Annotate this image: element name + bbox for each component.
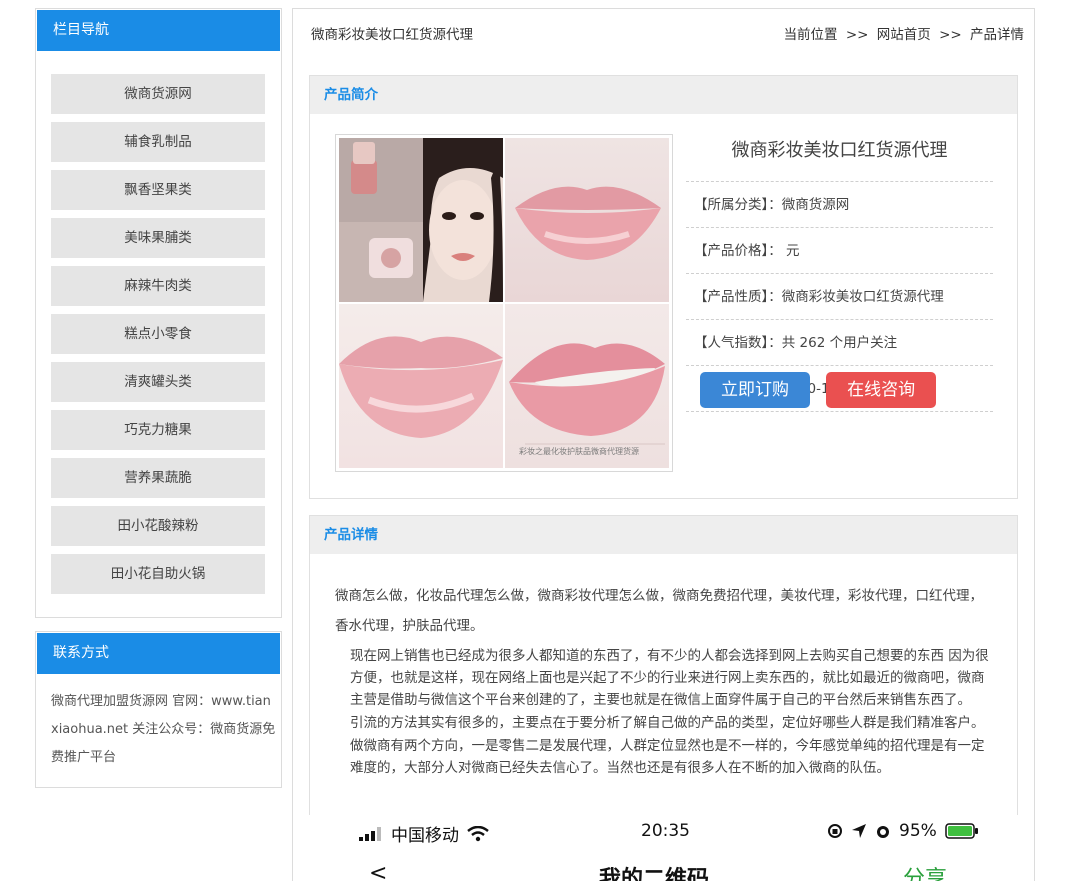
detail-paragraph: 做微商有两个方向，一是零售二是发展代理，人群定位显然也是不一样的，今年感觉单纯的… — [350, 738, 985, 776]
alarm-icon — [877, 826, 889, 838]
phone-page-title: 我的二维码 — [599, 867, 710, 881]
nav-item-weishang-huoyuan[interactable]: 微商货源网 — [51, 74, 265, 114]
nav-item-snacks[interactable]: 糕点小零食 — [51, 314, 265, 354]
share-button[interactable]: 分享 — [903, 861, 947, 881]
product-info: 微商彩妆美妆口红货源代理 【所属分类】：微商货源网 【产品价格】： 元 【产品性… — [686, 134, 993, 412]
breadcrumb-separator: >> — [939, 27, 962, 43]
category-nav-panel: 栏目导航 微商货源网 辅食乳制品 飘香坚果类 美味果脯类 麻辣牛肉类 糕点小零食… — [35, 8, 282, 618]
phone-status-bar: 中国移动 20:35 95% — [359, 821, 979, 847]
online-consult-button[interactable]: 在线咨询 — [826, 372, 937, 408]
product-intro-panel: 产品简介 彩妆之最化妆护肤品微商代理货源 微商彩妆美妆口红货源代理 【所属分类】… — [309, 75, 1018, 499]
battery-percent: 95% — [899, 821, 937, 841]
nav-item-fruit-veg-chips[interactable]: 营养果蔬脆 — [51, 458, 265, 498]
nav-item-self-heating-hotpot[interactable]: 田小花自助火锅 — [51, 554, 265, 594]
detail-paragraph: 现在网上销售也已经成为很多人都知道的东西了，有不少的人都会选择到网上去购买自己想… — [350, 648, 989, 708]
product-name: 微商彩妆美妆口红货源代理 — [686, 134, 993, 182]
lips-photo: 彩妆之最化妆护肤品微商代理货源 — [505, 304, 669, 468]
back-chevron-icon[interactable]: < — [369, 861, 387, 881]
top-bar: 微商彩妆美妆口红货源代理 当前位置 >> 网站首页 >> 产品详情 — [293, 9, 1034, 53]
product-price: 【产品价格】： 元 — [686, 228, 993, 274]
product-category: 【所属分类】：微商货源网 — [686, 182, 993, 228]
category-nav-title: 栏目导航 — [37, 10, 280, 51]
contact-title: 联系方式 — [37, 633, 280, 674]
photo-watermark: 彩妆之最化妆护肤品微商代理货源 — [519, 447, 639, 456]
main-content: 微商彩妆美妆口红货源代理 当前位置 >> 网站首页 >> 产品详情 产品简介 彩… — [292, 8, 1035, 881]
category-nav-list: 微商货源网 辅食乳制品 飘香坚果类 美味果脯类 麻辣牛肉类 糕点小零食 清爽罐头… — [51, 74, 265, 602]
lipstick-photo-collage: 彩妆之最化妆护肤品微商代理货源 — [339, 138, 669, 468]
wifi-icon — [467, 825, 489, 841]
breadcrumb-home-link[interactable]: 网站首页 — [877, 27, 931, 43]
carrier-name: 中国移动 — [391, 826, 459, 846]
product-popularity: 【人气指数】：共 262 个用户关注 — [686, 320, 993, 366]
lips-photo — [339, 304, 503, 468]
contact-panel: 联系方式 微商代理加盟货源网 官网：www.tianxiaohua.net 关注… — [35, 631, 282, 788]
rotation-lock-icon — [828, 824, 842, 838]
nav-item-nuts[interactable]: 飘香坚果类 — [51, 170, 265, 210]
breadcrumb-current: 产品详情 — [970, 27, 1024, 43]
breadcrumb-label: 当前位置 — [783, 27, 838, 43]
detail-lead: 微商怎么做，化妆品代理怎么做，微商彩妆代理怎么做，微商免费招代理，美妆代理，彩妆… — [335, 588, 983, 634]
order-now-button[interactable]: 立即订购 — [700, 372, 810, 408]
lips-photo — [505, 138, 669, 302]
product-image[interactable]: 彩妆之最化妆护肤品微商代理货源 — [335, 134, 673, 472]
battery-icon — [945, 823, 978, 839]
signal-icon — [359, 826, 381, 841]
nav-item-canned[interactable]: 清爽罐头类 — [51, 362, 265, 402]
product-intro-title: 产品简介 — [310, 76, 1017, 114]
breadcrumb: 当前位置 >> 网站首页 >> 产品详情 — [780, 23, 1024, 43]
nav-item-hot-sour-noodles[interactable]: 田小花酸辣粉 — [51, 506, 265, 546]
nav-item-spicy-beef[interactable]: 麻辣牛肉类 — [51, 266, 265, 306]
contact-text: 微商代理加盟货源网 官网：www.tianxiaohua.net 关注公众号：微… — [51, 694, 276, 765]
phone-time: 20:35 — [641, 821, 690, 841]
page-title: 微商彩妆美妆口红货源代理 — [311, 27, 473, 43]
nav-item-dairy[interactable]: 辅食乳制品 — [51, 122, 265, 162]
nav-item-chocolate[interactable]: 巧克力糖果 — [51, 410, 265, 450]
model-photo — [339, 138, 503, 302]
product-nature: 【产品性质】：微商彩妆美妆口红货源代理 — [686, 274, 993, 320]
location-icon — [852, 824, 866, 838]
product-detail-title: 产品详情 — [310, 516, 1017, 554]
breadcrumb-separator: >> — [845, 27, 869, 43]
detail-paragraphs: 现在网上销售也已经成为很多人都知道的东西了，有不少的人都会选择到网上去购买自己想… — [335, 645, 990, 779]
detail-paragraph: 引流的方法其实有很多的，主要点在于要分析了解自己做的产品的类型，定位好哪些人群是… — [350, 715, 985, 731]
phone-screenshot: 中国移动 20:35 95% < 我的二维码 分享 — [309, 815, 1018, 881]
product-detail-body: 微商怎么做，化妆品代理怎么做，微商彩妆代理怎么做，微商免费招代理，美妆代理，彩妆… — [335, 581, 990, 780]
action-buttons: 立即订购 在线咨询 — [700, 372, 948, 408]
nav-item-dried-fruit[interactable]: 美味果脯类 — [51, 218, 265, 258]
